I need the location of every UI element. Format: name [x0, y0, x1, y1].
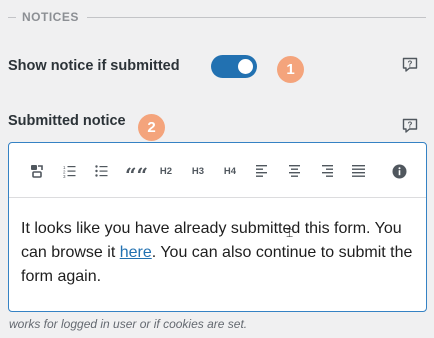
heading-3-button[interactable]: H3	[189, 161, 207, 181]
help-icon[interactable]: ?	[401, 56, 419, 74]
section-divider-line	[86, 16, 426, 18]
show-notice-toggle[interactable]	[211, 55, 257, 78]
section-header: NOTICES	[8, 9, 426, 25]
blockquote-icon[interactable]: ““	[125, 161, 148, 185]
heading-2-button[interactable]: H2	[157, 161, 175, 181]
show-notice-label: Show notice if submitted	[8, 58, 180, 74]
here-link[interactable]: here	[120, 244, 152, 261]
align-right-icon[interactable]	[317, 161, 335, 181]
format-icon[interactable]	[28, 161, 46, 181]
align-center-icon[interactable]	[285, 161, 303, 181]
toggle-knob	[238, 59, 253, 74]
step-badge-2: 2	[138, 114, 165, 141]
section-divider	[8, 16, 16, 18]
step-badge-1: 1	[277, 56, 304, 83]
heading-4-button[interactable]: H4	[221, 161, 239, 181]
align-justify-icon[interactable]	[349, 161, 367, 181]
editor-toolbar: 1 2 3 ““ H2 H3 H4	[9, 143, 426, 198]
unordered-list-icon[interactable]	[93, 161, 111, 181]
field-hint: works for logged in user or if cookies a…	[9, 317, 248, 331]
help-icon[interactable]: ?	[401, 117, 419, 135]
svg-text:3: 3	[63, 174, 66, 178]
section-title: NOTICES	[22, 10, 79, 24]
align-left-icon[interactable]	[253, 161, 271, 181]
notice-editor[interactable]: 1 2 3 ““ H2 H3 H4 It looks like you have…	[8, 142, 427, 312]
ordered-list-icon[interactable]: 1 2 3	[61, 161, 79, 181]
info-icon[interactable]	[390, 161, 408, 181]
submitted-notice-label: Submitted notice	[8, 113, 126, 129]
svg-text:?: ?	[408, 60, 413, 69]
svg-text:?: ?	[408, 121, 413, 130]
editor-content[interactable]: It looks like you have already submitted…	[9, 198, 426, 289]
text-cursor-icon: ⌶	[286, 226, 294, 240]
